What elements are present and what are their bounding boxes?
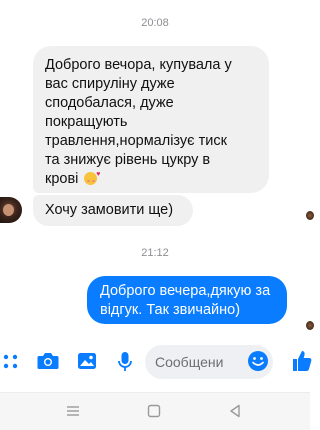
message-line: вас спиpуліну дуже (45, 76, 175, 92)
like-icon[interactable] (290, 349, 312, 378)
timestamp: 20:08 (141, 17, 169, 29)
message-line: покращують (45, 114, 128, 130)
message-input[interactable]: Сообщени (145, 345, 273, 379)
message-line: та знижує рівень цукру в (45, 152, 211, 168)
message-line: відгук. Так звичайно) (100, 302, 241, 318)
timestamp: 21:12 (141, 247, 169, 259)
menu-icon[interactable] (65, 404, 81, 423)
smiling-face-with-hearts-emoji-icon: ♥ (84, 171, 100, 185)
message-line: сподобалася, дуже (45, 95, 174, 111)
camera-icon[interactable] (37, 351, 59, 376)
gallery-icon[interactable] (77, 351, 97, 376)
more-icon[interactable] (2, 353, 20, 376)
message-line: крові (45, 171, 79, 187)
message-line: травлення,нормалізує тиск (45, 133, 227, 149)
message-text: Хочу замовити ще) (45, 202, 174, 218)
back-icon[interactable] (228, 404, 242, 423)
read-receipt-avatar-icon (306, 211, 314, 220)
message-input-placeholder: Сообщени (155, 354, 224, 370)
message-line: Доброго вечора, купувала у (45, 57, 232, 73)
home-icon[interactable] (147, 404, 161, 423)
system-navigation-bar (0, 392, 310, 430)
message-line-last: крові ♥ (45, 170, 257, 189)
incoming-message-bubble[interactable]: Хочу замовити ще) (33, 195, 193, 226)
message-line: Доброго вечера,дякую за (100, 283, 271, 299)
incoming-message-bubble[interactable]: Доброго вечора, купувала у вас спиpуліну… (33, 46, 269, 193)
contact-avatar[interactable] (0, 197, 22, 223)
emoji-icon[interactable] (247, 350, 269, 375)
message-composer: Сообщени (0, 343, 312, 381)
read-receipt-avatar-icon (306, 321, 314, 330)
outgoing-message-bubble[interactable]: Доброго вечера,дякую за відгук. Так звич… (87, 276, 287, 324)
mic-icon[interactable] (117, 351, 133, 378)
